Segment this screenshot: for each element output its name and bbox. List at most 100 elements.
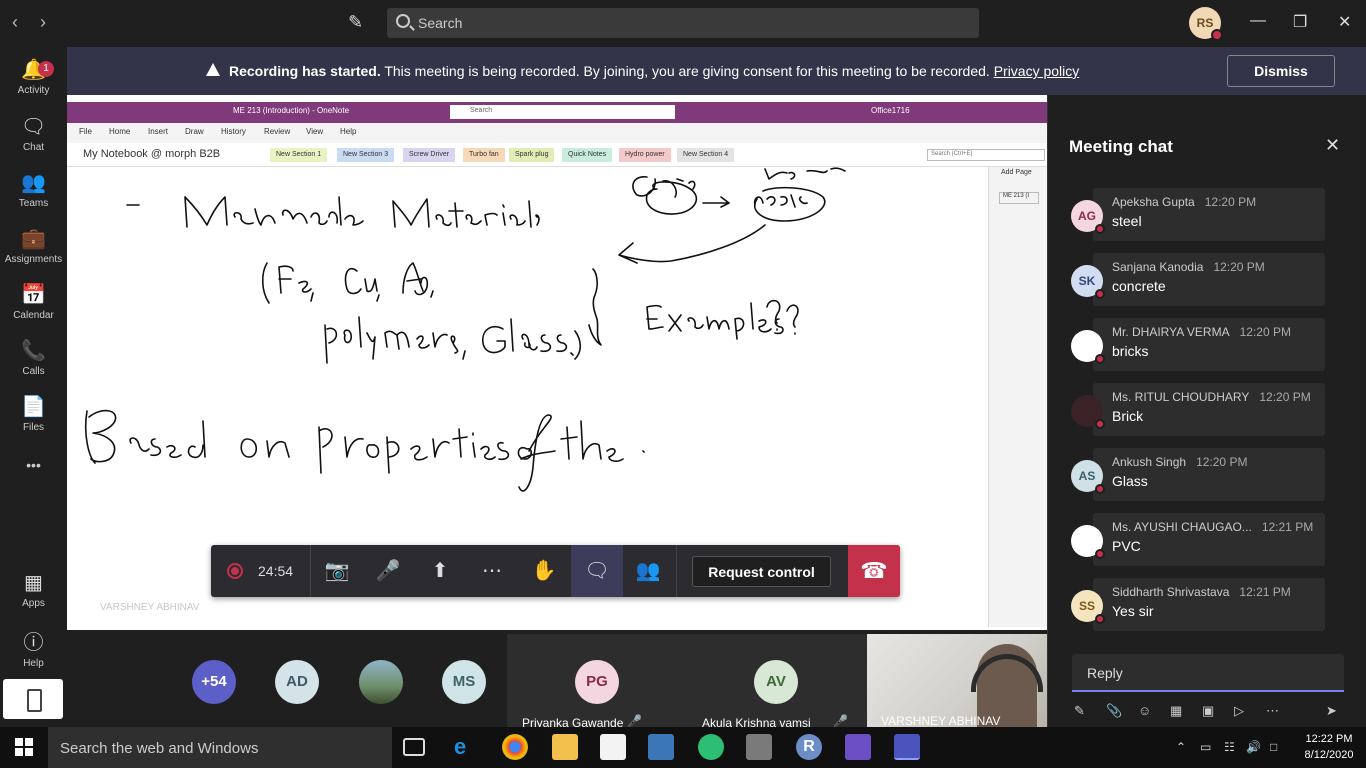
add-page-button[interactable]: Add Page [1001,169,1032,176]
onenote-section-tab[interactable]: Spark plug [509,148,555,162]
battery-icon[interactable]: ▭ [1200,740,1211,754]
r-app-icon[interactable]: R [796,734,822,760]
onenote-menu-item[interactable]: Help [340,127,356,136]
user-avatar[interactable]: RS [1189,7,1223,41]
taskbar-search[interactable]: Search the web and Windows [48,727,392,768]
meet-now-icon[interactable]: ▷ [1234,703,1244,719]
mic-off-icon[interactable]: 🎤 [375,558,401,584]
action-center-icon[interactable]: □ [1270,740,1277,754]
emoji-icon[interactable]: ☺ [1138,703,1151,718]
privacy-policy-link[interactable]: Privacy policy [994,63,1080,79]
rail-item-help[interactable]: ⓘ Help [0,626,67,669]
chat-message[interactable]: Ankush Singh 12:20 PM Glass [1093,448,1325,501]
attach-icon[interactable]: 📎 [1106,703,1122,719]
request-control-button[interactable]: Request control [692,556,831,587]
minimize-icon[interactable]: — [1250,12,1266,30]
chat-message[interactable]: Mr. DHAIRYA VERMA 12:20 PM bricks [1093,318,1325,371]
mobile-device-icon[interactable] [3,679,63,719]
store-icon[interactable] [600,734,626,760]
page-item[interactable]: ME 213 (I [999,192,1039,204]
windows-start-icon[interactable] [15,738,33,756]
forward-arrow-icon[interactable]: › [40,12,46,33]
rail-more-button[interactable]: ••• [0,457,67,473]
sender-avatar[interactable]: AS [1071,460,1105,494]
volume-icon[interactable]: 🔊 [1246,740,1261,754]
more-options-icon[interactable]: ⋯ [1266,703,1279,719]
close-window-icon[interactable]: ✕ [1338,12,1351,32]
rail-item-calls[interactable]: 📞 Calls [0,338,67,377]
participant-avatar[interactable]: AD [275,660,319,704]
share-screen-icon[interactable]: ⬆ [427,558,453,584]
hang-up-button[interactable]: ☎ [848,545,900,597]
system-clock[interactable]: 12:22 PM 8/12/2020 [1304,731,1354,763]
wifi-icon[interactable]: ☷ [1224,740,1235,754]
chat-message[interactable]: Ms. RITUL CHOUDHARY 12:20 PM Brick [1093,383,1325,436]
participant-tile[interactable]: AV Akula Krishna vamsi 🎤 [687,634,867,730]
dismiss-button[interactable]: Dismiss [1227,55,1335,87]
participant-tile[interactable]: PG Priyanka Gawande 🎤 [507,634,687,730]
chat-message[interactable]: Apeksha Gupta 12:20 PM steel [1093,188,1325,241]
onenote-section-tab[interactable]: Screw Driver [403,148,456,162]
onenote-section-tab[interactable]: New Section 4 [677,148,735,162]
call-timer: 24:54 [258,563,294,579]
chat-toggle-button[interactable]: 🗨 [571,545,623,597]
onenote-menu-item[interactable]: Home [109,127,130,136]
camera-off-icon[interactable]: 📷 [324,558,350,584]
chat-message[interactable]: Siddharth Shrivastava 12:21 PM Yes sir [1093,578,1325,631]
participants-icon[interactable]: 👥 [635,558,661,584]
sender-avatar[interactable]: SS [1071,590,1105,624]
maximize-icon[interactable]: ❐ [1293,12,1307,32]
python-icon[interactable] [648,734,674,760]
gif-icon[interactable]: ▦ [1170,703,1182,719]
onenote-menu-item[interactable]: View [306,127,323,136]
more-actions-icon[interactable]: ⋯ [479,558,505,584]
sender-avatar[interactable]: SK [1071,265,1105,299]
format-icon[interactable]: ✎ [1074,703,1085,719]
raise-hand-icon[interactable]: ✋ [531,558,557,584]
onenote-section-tab[interactable]: Hydro power [619,148,671,162]
onenote-menu-item[interactable]: Insert [148,127,168,136]
onenote-menu-item[interactable]: File [79,127,92,136]
participant-video[interactable]: VARSHNEY ABHINAV [867,634,1047,728]
rail-item-teams[interactable]: 👥 Teams [0,170,67,209]
file-explorer-icon[interactable] [552,734,578,760]
reply-input[interactable]: Reply [1072,654,1344,692]
rail-item-calendar[interactable]: 📅 Calendar [0,282,67,321]
send-icon[interactable]: ➤ [1326,703,1337,719]
sender-avatar[interactable] [1071,525,1105,559]
rail-item-apps[interactable]: ▦ Apps [0,570,67,609]
onenote-search: Search [450,105,675,119]
rail-item-activity[interactable]: 🔔 1 Activity [0,57,67,96]
sender-avatar[interactable] [1071,395,1105,429]
search-bar[interactable]: Search [387,8,979,38]
chrome-icon[interactable] [502,734,528,760]
onenote-menu-item[interactable]: Draw [185,127,204,136]
app-icon[interactable] [845,734,871,760]
chat-message[interactable]: Sanjana Kanodia 12:20 PM concrete [1093,253,1325,306]
chat-message[interactable]: Ms. AYUSHI CHAUGAO... 12:21 PM PVC [1093,513,1325,566]
atom-icon[interactable] [698,734,724,760]
close-icon[interactable]: ✕ [1325,135,1340,156]
sender-avatar[interactable]: AG [1071,200,1105,234]
tray-chevron-icon[interactable]: ⌃ [1176,740,1186,754]
participant-photo-avatar[interactable] [359,660,403,704]
sticker-icon[interactable]: ▣ [1202,703,1214,719]
overflow-participants[interactable]: +54 [192,660,236,704]
onenote-section-tab[interactable]: New Section 3 [337,148,395,162]
back-arrow-icon[interactable]: ‹ [12,12,18,33]
onenote-section-tab[interactable]: Turbo fan [463,148,505,162]
onenote-section-tab[interactable]: New Section 1 [270,148,328,162]
teams-taskbar-icon[interactable] [894,734,920,760]
rail-item-assignments[interactable]: 💼 Assignments [0,226,67,265]
sender-avatar[interactable] [1071,330,1105,364]
rail-item-files[interactable]: 📄 Files [0,394,67,433]
task-view-icon[interactable] [403,738,425,756]
onenote-menu-item[interactable]: Review [264,127,290,136]
onenote-menu-item[interactable]: History [221,127,246,136]
onenote-section-tab[interactable]: Quick Notes [562,148,613,162]
edge-icon[interactable]: e [454,734,480,760]
participant-avatar[interactable]: MS [442,660,486,704]
database-icon[interactable] [746,734,772,760]
rail-item-chat[interactable]: 🗨 Chat [0,114,67,153]
compose-icon[interactable]: ✎ [348,12,363,33]
